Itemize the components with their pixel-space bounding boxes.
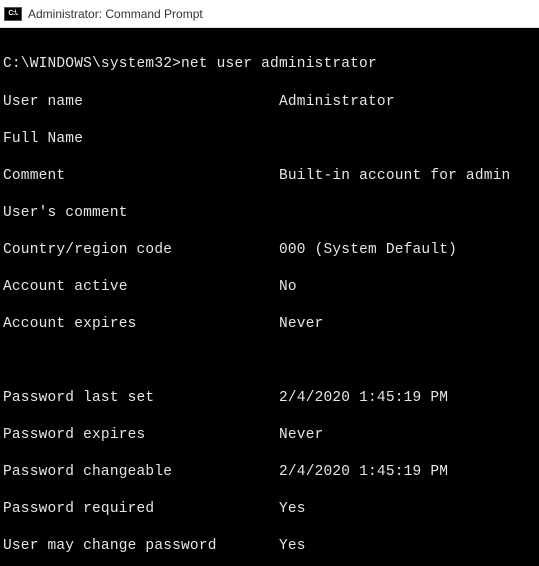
value-password-last-set: ‎2/‎4/‎2020 1:45:19 PM	[279, 389, 539, 408]
prompt-path: C:\WINDOWS\system32>	[3, 56, 181, 72]
value-user-may-change: Yes	[279, 537, 539, 556]
label-full-name: Full Name	[3, 130, 279, 149]
prompt-command: net user administrator	[181, 56, 377, 72]
value-full-name	[279, 130, 539, 149]
blank-line	[3, 352, 539, 370]
value-password-changeable: ‎2/‎4/‎2020 1:45:19 PM	[279, 463, 539, 482]
value-password-required: Yes	[279, 500, 539, 519]
window-title: Administrator: Command Prompt	[28, 7, 203, 21]
label-password-changeable: Password changeable	[3, 463, 279, 482]
label-country-region: Country/region code	[3, 241, 279, 260]
label-comment: Comment	[3, 167, 279, 186]
value-users-comment	[279, 204, 539, 223]
terminal-output[interactable]: C:\WINDOWS\system32>net user administrat…	[0, 28, 539, 566]
label-password-expires: Password expires	[3, 426, 279, 445]
label-account-expires: Account expires	[3, 315, 279, 334]
window-titlebar[interactable]: C:\. Administrator: Command Prompt	[0, 0, 539, 28]
value-user-name: Administrator	[279, 93, 539, 112]
value-account-expires: Never	[279, 315, 539, 334]
value-comment: Built-in account for admin	[279, 167, 539, 186]
label-user-may-change: User may change password	[3, 537, 279, 556]
label-password-last-set: Password last set	[3, 389, 279, 408]
cmd-icon: C:\.	[4, 7, 22, 21]
label-account-active: Account active	[3, 278, 279, 297]
value-password-expires: Never	[279, 426, 539, 445]
value-country-region: 000 (System Default)	[279, 241, 539, 260]
label-user-name: User name	[3, 93, 279, 112]
value-account-active: No	[279, 278, 539, 297]
label-password-required: Password required	[3, 500, 279, 519]
label-users-comment: User's comment	[3, 204, 279, 223]
